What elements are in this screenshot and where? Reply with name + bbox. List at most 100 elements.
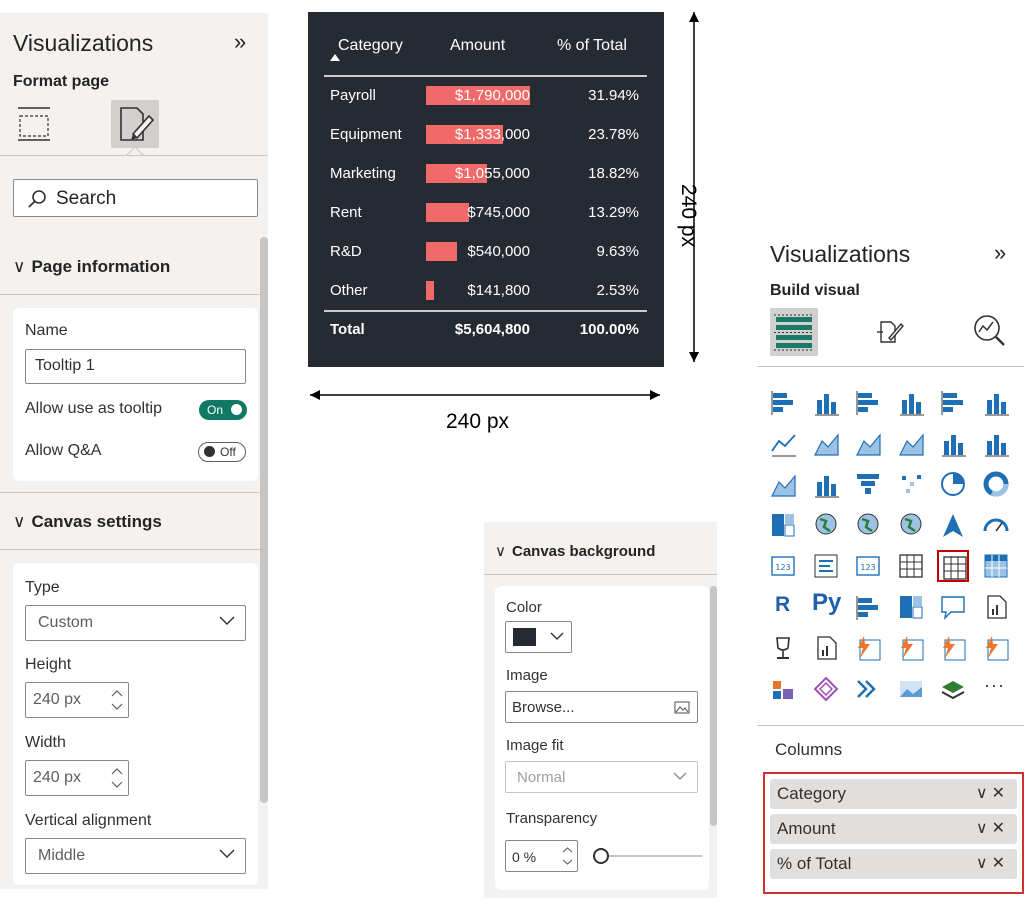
table-row[interactable]: Payroll $1,790,000 31.94% (308, 77, 664, 116)
paginated-icon[interactable] (810, 632, 842, 664)
ribbon-icon[interactable] (895, 427, 927, 459)
collapse-pane-icon[interactable]: » (234, 31, 246, 53)
python-visual-icon[interactable]: Py (810, 589, 842, 623)
kpi-icon[interactable]: 123 (852, 550, 884, 582)
format-page-icon[interactable] (111, 100, 159, 148)
custom-visual-g-icon[interactable] (937, 673, 969, 705)
sort-ascending-icon[interactable] (330, 54, 340, 61)
treemap-icon[interactable] (767, 509, 799, 541)
funnel-icon[interactable] (852, 468, 884, 500)
transparency-slider-thumb[interactable] (593, 848, 609, 864)
table-row[interactable]: R&D $540,000 9.63% (308, 233, 664, 272)
allow-tooltip-toggle[interactable]: On (199, 400, 247, 420)
line-stacked-icon[interactable] (980, 427, 1012, 459)
table-row[interactable]: Rent $745,000 13.29% (308, 194, 664, 233)
analytics-icon[interactable] (971, 312, 1007, 348)
line-clustered-icon[interactable] (937, 427, 969, 459)
section-canvas-settings[interactable]: ∨ Canvas settings (13, 512, 162, 532)
multirow-card-icon[interactable] (810, 550, 842, 582)
column-header-amount[interactable]: Amount (450, 37, 505, 55)
pie-icon[interactable] (937, 468, 969, 500)
custom-visual-b-icon[interactable] (980, 632, 1012, 664)
allow-qa-toggle[interactable]: Off (198, 442, 246, 462)
field-menu-remove-icons[interactable]: ∨✕ (976, 818, 1009, 838)
power-automate-icon[interactable] (895, 632, 927, 664)
format-visual-icon[interactable] (16, 104, 52, 142)
section-page-information[interactable]: ∨ Page information (13, 257, 170, 277)
search-input[interactable]: Search (13, 179, 258, 217)
section-title: Page information (31, 257, 171, 276)
name-field[interactable]: Tooltip 1 (25, 349, 246, 384)
type-select[interactable]: Custom (25, 605, 246, 641)
field-menu-remove-icons[interactable]: ∨✕ (976, 783, 1009, 803)
table-total-row: Total $5,604,800 100.00% (308, 311, 664, 350)
donut-icon[interactable] (980, 468, 1012, 500)
more-icon[interactable]: ··· (980, 673, 1012, 705)
field-menu-remove-icons[interactable]: ∨✕ (976, 853, 1009, 873)
shape-map-icon[interactable] (895, 509, 927, 541)
card-icon[interactable]: 123 (767, 550, 799, 582)
tooltip-table-visual[interactable]: Category Amount % of Total Payroll $1,790… (308, 12, 664, 367)
qa-icon[interactable] (937, 591, 969, 623)
goals-icon[interactable] (767, 632, 799, 664)
height-stepper[interactable]: 240 px (25, 682, 129, 718)
vertical-alignment-select[interactable]: Middle (25, 838, 246, 874)
stacked-bar-icon[interactable] (767, 386, 799, 418)
stepper-arrows-icon[interactable] (111, 687, 123, 713)
azure-map-icon[interactable] (937, 509, 969, 541)
transparency-slider-track[interactable] (599, 855, 702, 857)
power-apps-icon[interactable] (852, 632, 884, 664)
slicer-icon[interactable] (895, 550, 927, 582)
custom-visual-e-icon[interactable] (852, 673, 884, 705)
custom-visual-c-icon[interactable] (767, 673, 799, 705)
build-visual-icon[interactable] (770, 308, 818, 356)
stacked-area-icon[interactable] (852, 427, 884, 459)
table-row[interactable]: Other $141,800 2.53% (308, 272, 664, 311)
section-canvas-background[interactable]: ∨ Canvas background (495, 542, 655, 560)
scatter-icon[interactable] (895, 468, 927, 500)
gauge-icon[interactable] (980, 509, 1012, 541)
category-cell: Equipment (330, 126, 402, 143)
line-chart-icon[interactable] (767, 427, 799, 459)
waterfall-icon[interactable] (810, 468, 842, 500)
width-stepper[interactable]: 240 px (25, 760, 129, 796)
table-row[interactable]: Marketing $1,055,000 18.82% (308, 155, 664, 194)
pane-scrollbar[interactable] (710, 586, 717, 826)
column-header-percent[interactable]: % of Total (557, 37, 627, 55)
field-well-percent-of-total[interactable]: % of Total ∨✕ (770, 849, 1017, 879)
custom-visual-d-icon[interactable] (810, 673, 842, 705)
total-label: Total (330, 321, 365, 338)
pane-scrollbar[interactable] (260, 237, 268, 803)
key-influencers-icon[interactable] (852, 591, 884, 623)
stepper-arrows-icon[interactable] (562, 844, 573, 868)
field-well-amount[interactable]: Amount ∨✕ (770, 814, 1017, 844)
field-name: % of Total (777, 854, 852, 873)
color-picker[interactable] (505, 621, 572, 653)
transparency-stepper[interactable]: 0 % (505, 840, 578, 872)
field-well-category[interactable]: Category ∨✕ (770, 779, 1017, 809)
narrative-icon[interactable] (980, 591, 1012, 623)
format-visual-icon[interactable] (875, 316, 905, 346)
ribbon-chart-icon[interactable] (767, 468, 799, 500)
decomposition-tree-icon[interactable] (895, 591, 927, 623)
area-chart-icon[interactable] (810, 427, 842, 459)
table-row[interactable]: Equipment $1,333,000 23.78% (308, 116, 664, 155)
section-title: Canvas background (511, 543, 656, 560)
custom-visual-a-icon[interactable] (937, 632, 969, 664)
table-icon[interactable] (937, 550, 969, 582)
100-column-icon[interactable] (980, 386, 1012, 418)
stepper-arrows-icon[interactable] (111, 765, 123, 791)
stacked-column-icon[interactable] (810, 386, 842, 418)
100-bar-icon[interactable] (937, 386, 969, 418)
image-fit-select[interactable]: Normal (505, 761, 698, 793)
r-visual-icon[interactable]: R (767, 591, 799, 623)
filled-map-icon[interactable] (852, 509, 884, 541)
clustered-bar-icon[interactable] (852, 386, 884, 418)
collapse-pane-icon[interactable]: » (994, 242, 1006, 264)
clustered-column-icon[interactable] (895, 386, 927, 418)
browse-image-button[interactable]: Browse... (505, 691, 698, 723)
custom-visual-f-icon[interactable] (895, 673, 927, 705)
matrix-icon[interactable] (980, 550, 1012, 582)
map-icon[interactable] (810, 509, 842, 541)
column-header-category[interactable]: Category (338, 37, 403, 55)
